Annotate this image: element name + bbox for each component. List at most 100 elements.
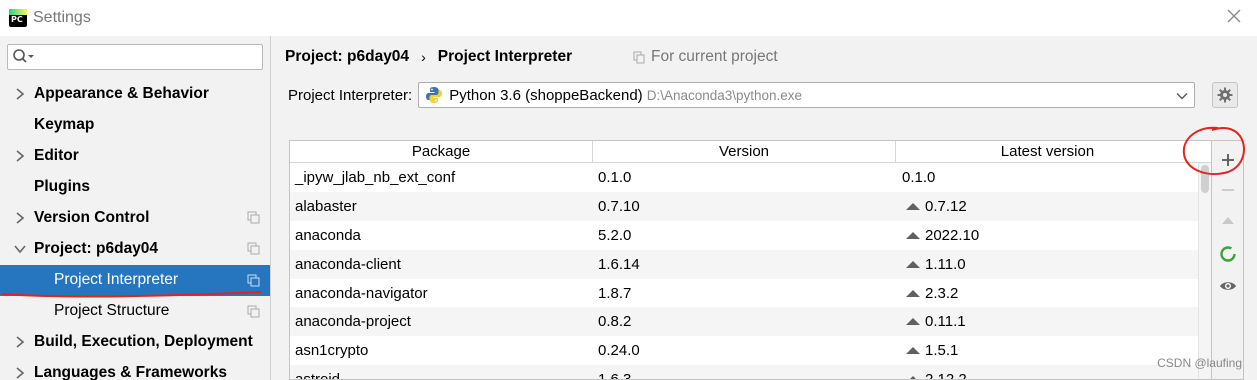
settings-tree: Appearance & Behavior Keymap Editor Plug…: [0, 78, 270, 380]
vertical-scrollbar[interactable]: [1198, 163, 1211, 379]
breadcrumb-page: Project Interpreter: [437, 48, 573, 65]
breadcrumb-project: Project: p6day04: [285, 48, 410, 65]
table-row[interactable]: anaconda-navigator 1.8.7 2.3.2: [290, 279, 1211, 308]
tree-item-editor[interactable]: Editor: [0, 140, 270, 171]
packages-table: Package Version Latest version _ipyw_jla…: [289, 140, 1212, 380]
scope-hint: For current project: [633, 48, 778, 66]
latest-version-text: 0.1.0: [902, 168, 936, 186]
tree-item-version-control[interactable]: Version Control: [0, 202, 270, 233]
column-header-version[interactable]: Version: [593, 141, 896, 162]
project-scope-icon: [247, 242, 260, 255]
interpreter-name: Python 3.6 (shoppeBackend): [449, 86, 643, 104]
loading-spinner-icon: [1217, 243, 1239, 265]
remove-package-button[interactable]: [1217, 179, 1239, 201]
package-version-cell: 0.8.2: [598, 313, 632, 331]
column-header-latest-version[interactable]: Latest version: [896, 141, 1199, 162]
gear-icon[interactable]: [1212, 82, 1238, 108]
package-name-cell: anaconda-navigator: [295, 284, 428, 302]
package-name-cell: anaconda: [295, 226, 361, 244]
project-scope-icon: [247, 211, 260, 224]
interpreter-dropdown[interactable]: Python 3.6 (shoppeBackend) D:\Anaconda3\…: [418, 82, 1196, 108]
table-row[interactable]: anaconda-project 0.8.2 0.11.1: [290, 307, 1211, 337]
tree-item-project[interactable]: Project: p6day04: [0, 233, 270, 264]
package-version-cell: 0.1.0: [598, 168, 632, 186]
package-version-cell: 1.6.14: [598, 255, 640, 273]
red-underline-annotation: [1, 291, 263, 298]
interpreter-row: Project Interpreter: Python 3.6 (shoppeB…: [288, 82, 1196, 108]
window-title: Settings: [33, 9, 91, 26]
package-name-cell: _ipyw_jlab_nb_ext_conf: [295, 168, 456, 186]
latest-version-text: 2022.10: [925, 226, 980, 244]
table-row[interactable]: astroid 1.6.3 2.12.2: [290, 365, 1211, 380]
package-name-cell: alabaster: [295, 197, 357, 215]
tree-item-keymap[interactable]: Keymap: [0, 109, 270, 140]
interpreter-path: D:\Anaconda3\python.exe: [646, 87, 803, 103]
package-name-cell: anaconda-client: [295, 255, 401, 273]
table-row[interactable]: asn1crypto 0.24.0 1.5.1: [290, 336, 1211, 365]
upgrade-available-icon: [906, 376, 920, 379]
tree-item-build[interactable]: Build, Execution, Deployment: [0, 327, 270, 358]
chevron-right-icon: [12, 210, 28, 226]
interpreter-label: Project Interpreter:: [288, 86, 413, 104]
close-icon[interactable]: [1225, 8, 1243, 26]
breadcrumb: Project: p6day04 › Project Interpreter: [285, 48, 572, 66]
table-row[interactable]: anaconda 5.2.0 2022.10: [290, 221, 1211, 250]
upgrade-available-icon: [906, 202, 920, 210]
tree-item-plugins[interactable]: Plugins: [0, 171, 270, 202]
table-row[interactable]: anaconda-client 1.6.14 1.11.0: [290, 249, 1211, 279]
search-icon: [12, 48, 36, 66]
chevron-right-icon: [12, 86, 28, 102]
latest-version-text: 1.5.1: [925, 342, 959, 360]
latest-version-cell: 1.11.0: [896, 256, 1196, 273]
table-row[interactable]: alabaster 0.7.10 0.7.12: [290, 191, 1211, 221]
table-row[interactable]: _ipyw_jlab_nb_ext_conf 0.1.0 0.1.0: [290, 163, 1211, 192]
chevron-right-icon: [12, 148, 28, 164]
latest-version-cell: 0.7.12: [896, 198, 1196, 215]
upgrade-available-icon: [906, 260, 920, 268]
latest-version-text: 2.3.2: [925, 284, 959, 302]
latest-version-cell: 2022.10: [896, 227, 1196, 244]
chevron-right-icon: [12, 334, 28, 350]
package-version-cell: 0.24.0: [598, 342, 640, 360]
latest-version-text: 0.7.12: [925, 197, 967, 215]
project-scope-icon: [633, 51, 645, 64]
watermark: CSDN @laufing: [1157, 356, 1242, 370]
scope-label: For current project: [651, 48, 778, 65]
red-circle-annotation: [1182, 126, 1245, 175]
latest-version-text: 0.11.1: [925, 313, 966, 331]
upgrade-package-button[interactable]: [1217, 209, 1239, 231]
latest-version-cell: 2.12.2: [896, 371, 1196, 380]
table-header: Package Version Latest version: [290, 141, 1211, 163]
latest-version-text: 2.12.2: [925, 371, 967, 380]
package-name-cell: anaconda-project: [295, 313, 411, 331]
tree-item-project-structure[interactable]: Project Structure: [0, 296, 270, 327]
search-input[interactable]: [7, 44, 263, 70]
column-header-package[interactable]: Package: [290, 141, 593, 162]
project-scope-icon: [247, 305, 260, 318]
tree-item-languages[interactable]: Languages & Frameworks: [0, 358, 270, 380]
breadcrumb-separator: ›: [421, 49, 426, 65]
eye-icon[interactable]: [1217, 275, 1239, 297]
latest-version-text: 1.11.0: [925, 255, 966, 273]
package-version-cell: 1.8.7: [598, 284, 632, 302]
upgrade-available-icon: [906, 231, 920, 239]
chevron-down-icon: [1176, 89, 1188, 101]
upgrade-available-icon: [906, 318, 920, 326]
tree-item-appearance[interactable]: Appearance & Behavior: [0, 78, 270, 109]
package-name-cell: asn1crypto: [295, 342, 369, 360]
latest-version-cell: 1.5.1: [896, 342, 1196, 359]
latest-version-cell: 0.1.0: [896, 169, 1196, 186]
python-icon: [425, 86, 443, 104]
main-panel: Project: p6day04 › Project Interpreter F…: [272, 36, 1257, 380]
upgrade-available-icon: [906, 347, 920, 355]
chevron-right-icon: [12, 365, 28, 380]
pycharm-icon: PC: [9, 9, 27, 27]
latest-version-cell: 0.11.1: [896, 313, 1196, 330]
package-version-cell: 0.7.10: [598, 197, 640, 215]
table-body: _ipyw_jlab_nb_ext_conf 0.1.0 0.1.0 alabaste…: [290, 163, 1211, 380]
package-version-cell: 5.2.0: [598, 226, 632, 244]
latest-version-cell: 2.3.2: [896, 285, 1196, 302]
package-name-cell: astroid: [295, 371, 341, 380]
upgrade-available-icon: [906, 289, 920, 297]
title-bar: PC Settings: [0, 0, 1257, 36]
